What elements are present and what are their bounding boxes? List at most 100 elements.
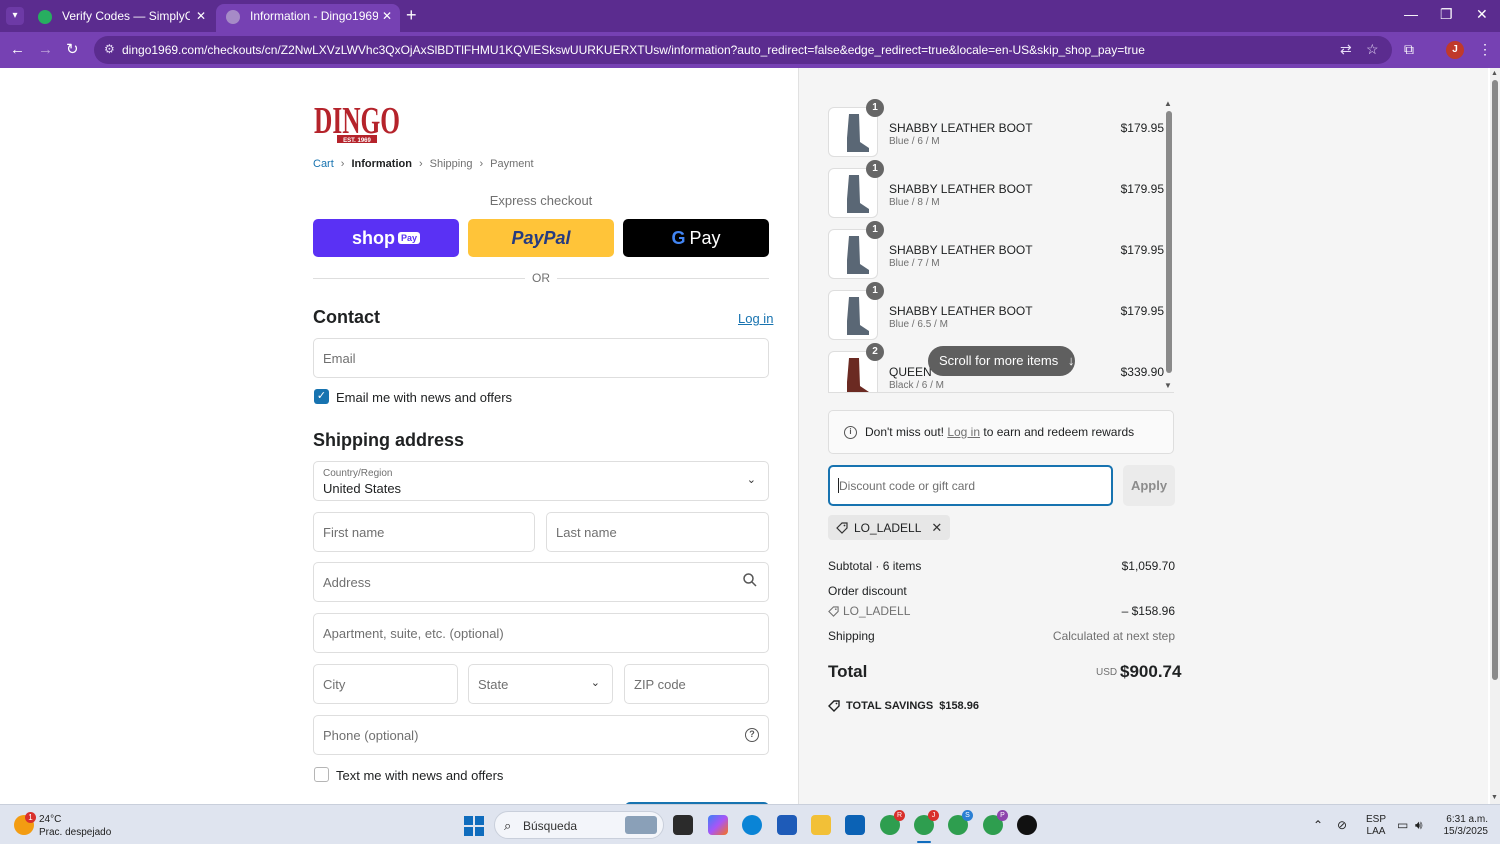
display-icon[interactable]: ▭ <box>1397 818 1408 832</box>
item-variant: Blue / 7 / M <box>889 258 940 269</box>
tab-search-button[interactable]: ▾ <box>6 7 24 25</box>
extensions-icon[interactable]: ⧉ <box>1404 41 1414 58</box>
outlook-icon[interactable] <box>845 815 865 835</box>
reload-icon[interactable]: ↻ <box>66 41 79 59</box>
state-select[interactable]: State ⌄ <box>468 664 613 704</box>
taskbar-search-box[interactable]: ⌕ Búsqueda <box>494 811 664 839</box>
page-scrollbar[interactable]: ▲ ▼ <box>1490 68 1500 804</box>
dingo-logo[interactable]: DINGO EST. 1969 <box>313 97 401 145</box>
chrome-profile-j-icon[interactable]: J <box>914 810 939 835</box>
scroll-up-arrow-icon[interactable]: ▲ <box>1164 99 1172 108</box>
item-variant: Blue / 6.5 / M <box>889 319 948 330</box>
site-info-icon[interactable]: ⚙ <box>104 42 115 56</box>
minimize-icon[interactable]: — <box>1404 6 1418 22</box>
total-savings: TOTAL SAVINGS $158.96 <box>828 700 979 712</box>
order-discount-row: Order discount <box>828 584 1175 598</box>
microsoft-store-icon[interactable] <box>777 815 797 835</box>
input-language-indicator[interactable]: ESP LAA <box>1366 814 1386 838</box>
shop-pay-button[interactable]: shop Pay <box>313 219 459 257</box>
system-clock[interactable]: 6:31 a.m. 15/3/2025 <box>1442 814 1489 838</box>
scroll-for-more-items-button[interactable]: Scroll for more items ↓ <box>928 346 1075 376</box>
tag-icon <box>828 605 839 617</box>
forward-arrow-icon[interactable]: → <box>38 41 53 59</box>
file-explorer-icon[interactable] <box>811 815 831 835</box>
bookmark-star-icon[interactable]: ☆ <box>1366 41 1379 58</box>
volume-icon[interactable]: 🔊︎ <box>1415 818 1423 833</box>
edge-browser-icon[interactable] <box>742 815 762 835</box>
address-bar[interactable]: ⚙ dingo1969.com/checkouts/cn/Z2NwLXVzLWV… <box>94 36 1392 64</box>
state-placeholder: State <box>478 677 509 692</box>
tab-title: Information - Dingo1969 - Che <box>250 9 378 23</box>
taskbar-search-label: Búsqueda <box>523 819 578 833</box>
discount-code-input[interactable]: Discount code or gift card <box>828 465 1113 506</box>
more-menu-icon[interactable]: ⋮ <box>1478 41 1492 58</box>
checkout-page: DINGO EST. 1969 Cart › Information › Shippin… <box>0 68 1500 804</box>
close-window-icon[interactable]: ✕ <box>1476 6 1488 23</box>
item-variant: Blue / 8 / M <box>889 197 940 208</box>
first-name-field[interactable]: First name <box>313 512 535 552</box>
rewards-login-link[interactable]: Log in <box>947 425 980 439</box>
zip-field[interactable]: ZIP code <box>624 664 769 704</box>
subtotal-value: $1,059.70 <box>1121 559 1175 573</box>
quantity-badge: 1 <box>866 99 884 117</box>
boot-image-icon <box>847 358 869 392</box>
weather-temperature[interactable]: 24°C <box>39 814 61 825</box>
items-scrollbar[interactable] <box>1166 111 1172 373</box>
network-icon[interactable]: ⊘ <box>1337 818 1347 832</box>
logo-subtext: EST. 1969 <box>343 138 371 144</box>
paypal-button[interactable]: PayPal <box>468 219 614 257</box>
item-name: QUEEN <box>889 365 932 379</box>
chrome-profile-r-icon[interactable]: R <box>880 810 905 835</box>
google-pay-button[interactable]: G Pay <box>623 219 769 257</box>
translate-icon[interactable]: ⇄ <box>1340 41 1352 58</box>
power-app-icon[interactable] <box>1017 815 1037 835</box>
tab-title: Verify Codes — SimplyCodes <box>62 9 190 23</box>
tab-dingo-checkout[interactable]: Information - Dingo1969 - Che ✕ <box>216 4 400 32</box>
last-name-placeholder: Last name <box>556 525 617 540</box>
item-variant: Blue / 6 / M <box>889 136 940 147</box>
address-field[interactable]: Address <box>313 562 769 602</box>
browser-tab-bar: ▾ Verify Codes — SimplyCodes ✕ Informati… <box>0 0 1500 32</box>
apply-button[interactable]: Apply <box>1123 465 1175 506</box>
breadcrumb-information: Information <box>351 158 412 170</box>
scroll-up-arrow-icon[interactable]: ▲ <box>1491 70 1498 77</box>
email-news-checkbox[interactable]: ✓ <box>314 389 329 404</box>
task-view-icon[interactable] <box>673 815 693 835</box>
phone-field[interactable]: Phone (optional) ? <box>313 715 769 755</box>
apartment-field[interactable]: Apartment, suite, etc. (optional) <box>313 613 769 653</box>
profile-avatar[interactable]: J <box>1446 41 1464 59</box>
restore-icon[interactable]: ❐ <box>1440 6 1453 23</box>
weather-description[interactable]: Prac. despejado <box>39 827 111 838</box>
back-arrow-icon[interactable]: ← <box>10 41 25 59</box>
remove-code-icon[interactable]: ✕ <box>931 520 942 536</box>
google-g-icon: G <box>671 227 686 248</box>
chrome-profile-p-icon[interactable]: P <box>983 810 1008 835</box>
country-select[interactable]: Country/Region United States ⌄ <box>313 461 769 501</box>
tab-simplycodes[interactable]: Verify Codes — SimplyCodes ✕ <box>28 4 214 32</box>
email-field[interactable]: Email <box>313 338 769 378</box>
url-text[interactable]: dingo1969.com/checkouts/cn/Z2NwLXVzLWVhc… <box>122 43 1302 57</box>
new-tab-plus-icon[interactable]: + <box>406 6 417 24</box>
breadcrumb-shipping: Shipping <box>429 158 473 170</box>
quantity-badge: 1 <box>866 282 884 300</box>
text-news-checkbox[interactable] <box>314 767 329 782</box>
breadcrumb-cart[interactable]: Cart <box>313 158 334 170</box>
list-item: 1 SHABBY LEATHER BOOT Blue / 7 / M $179.… <box>828 221 1164 279</box>
show-hidden-icons-chevron-icon[interactable]: ⌃ <box>1313 818 1323 832</box>
help-question-icon[interactable]: ? <box>745 728 759 742</box>
item-name: SHABBY LEATHER BOOT <box>889 182 1033 196</box>
login-link[interactable]: Log in <box>738 311 773 326</box>
discount-code-label: LO_LADELL <box>843 604 911 618</box>
chrome-profile-s-icon[interactable]: S <box>948 810 973 835</box>
scroll-down-arrow-icon[interactable]: ▼ <box>1491 794 1498 801</box>
discount-value: – $158.96 <box>1121 604 1175 618</box>
scroll-down-arrow-icon[interactable]: ▼ <box>1164 381 1172 390</box>
rewards-suffix: to earn and redeem rewards <box>983 425 1135 439</box>
windows-start-icon[interactable] <box>464 816 484 836</box>
close-tab-icon[interactable]: ✕ <box>196 4 206 28</box>
copilot-icon[interactable] <box>708 815 728 835</box>
last-name-field[interactable]: Last name <box>546 512 769 552</box>
page-scrollbar-thumb[interactable] <box>1492 80 1498 680</box>
city-field[interactable]: City <box>313 664 458 704</box>
close-tab-icon[interactable]: ✕ <box>382 4 392 28</box>
